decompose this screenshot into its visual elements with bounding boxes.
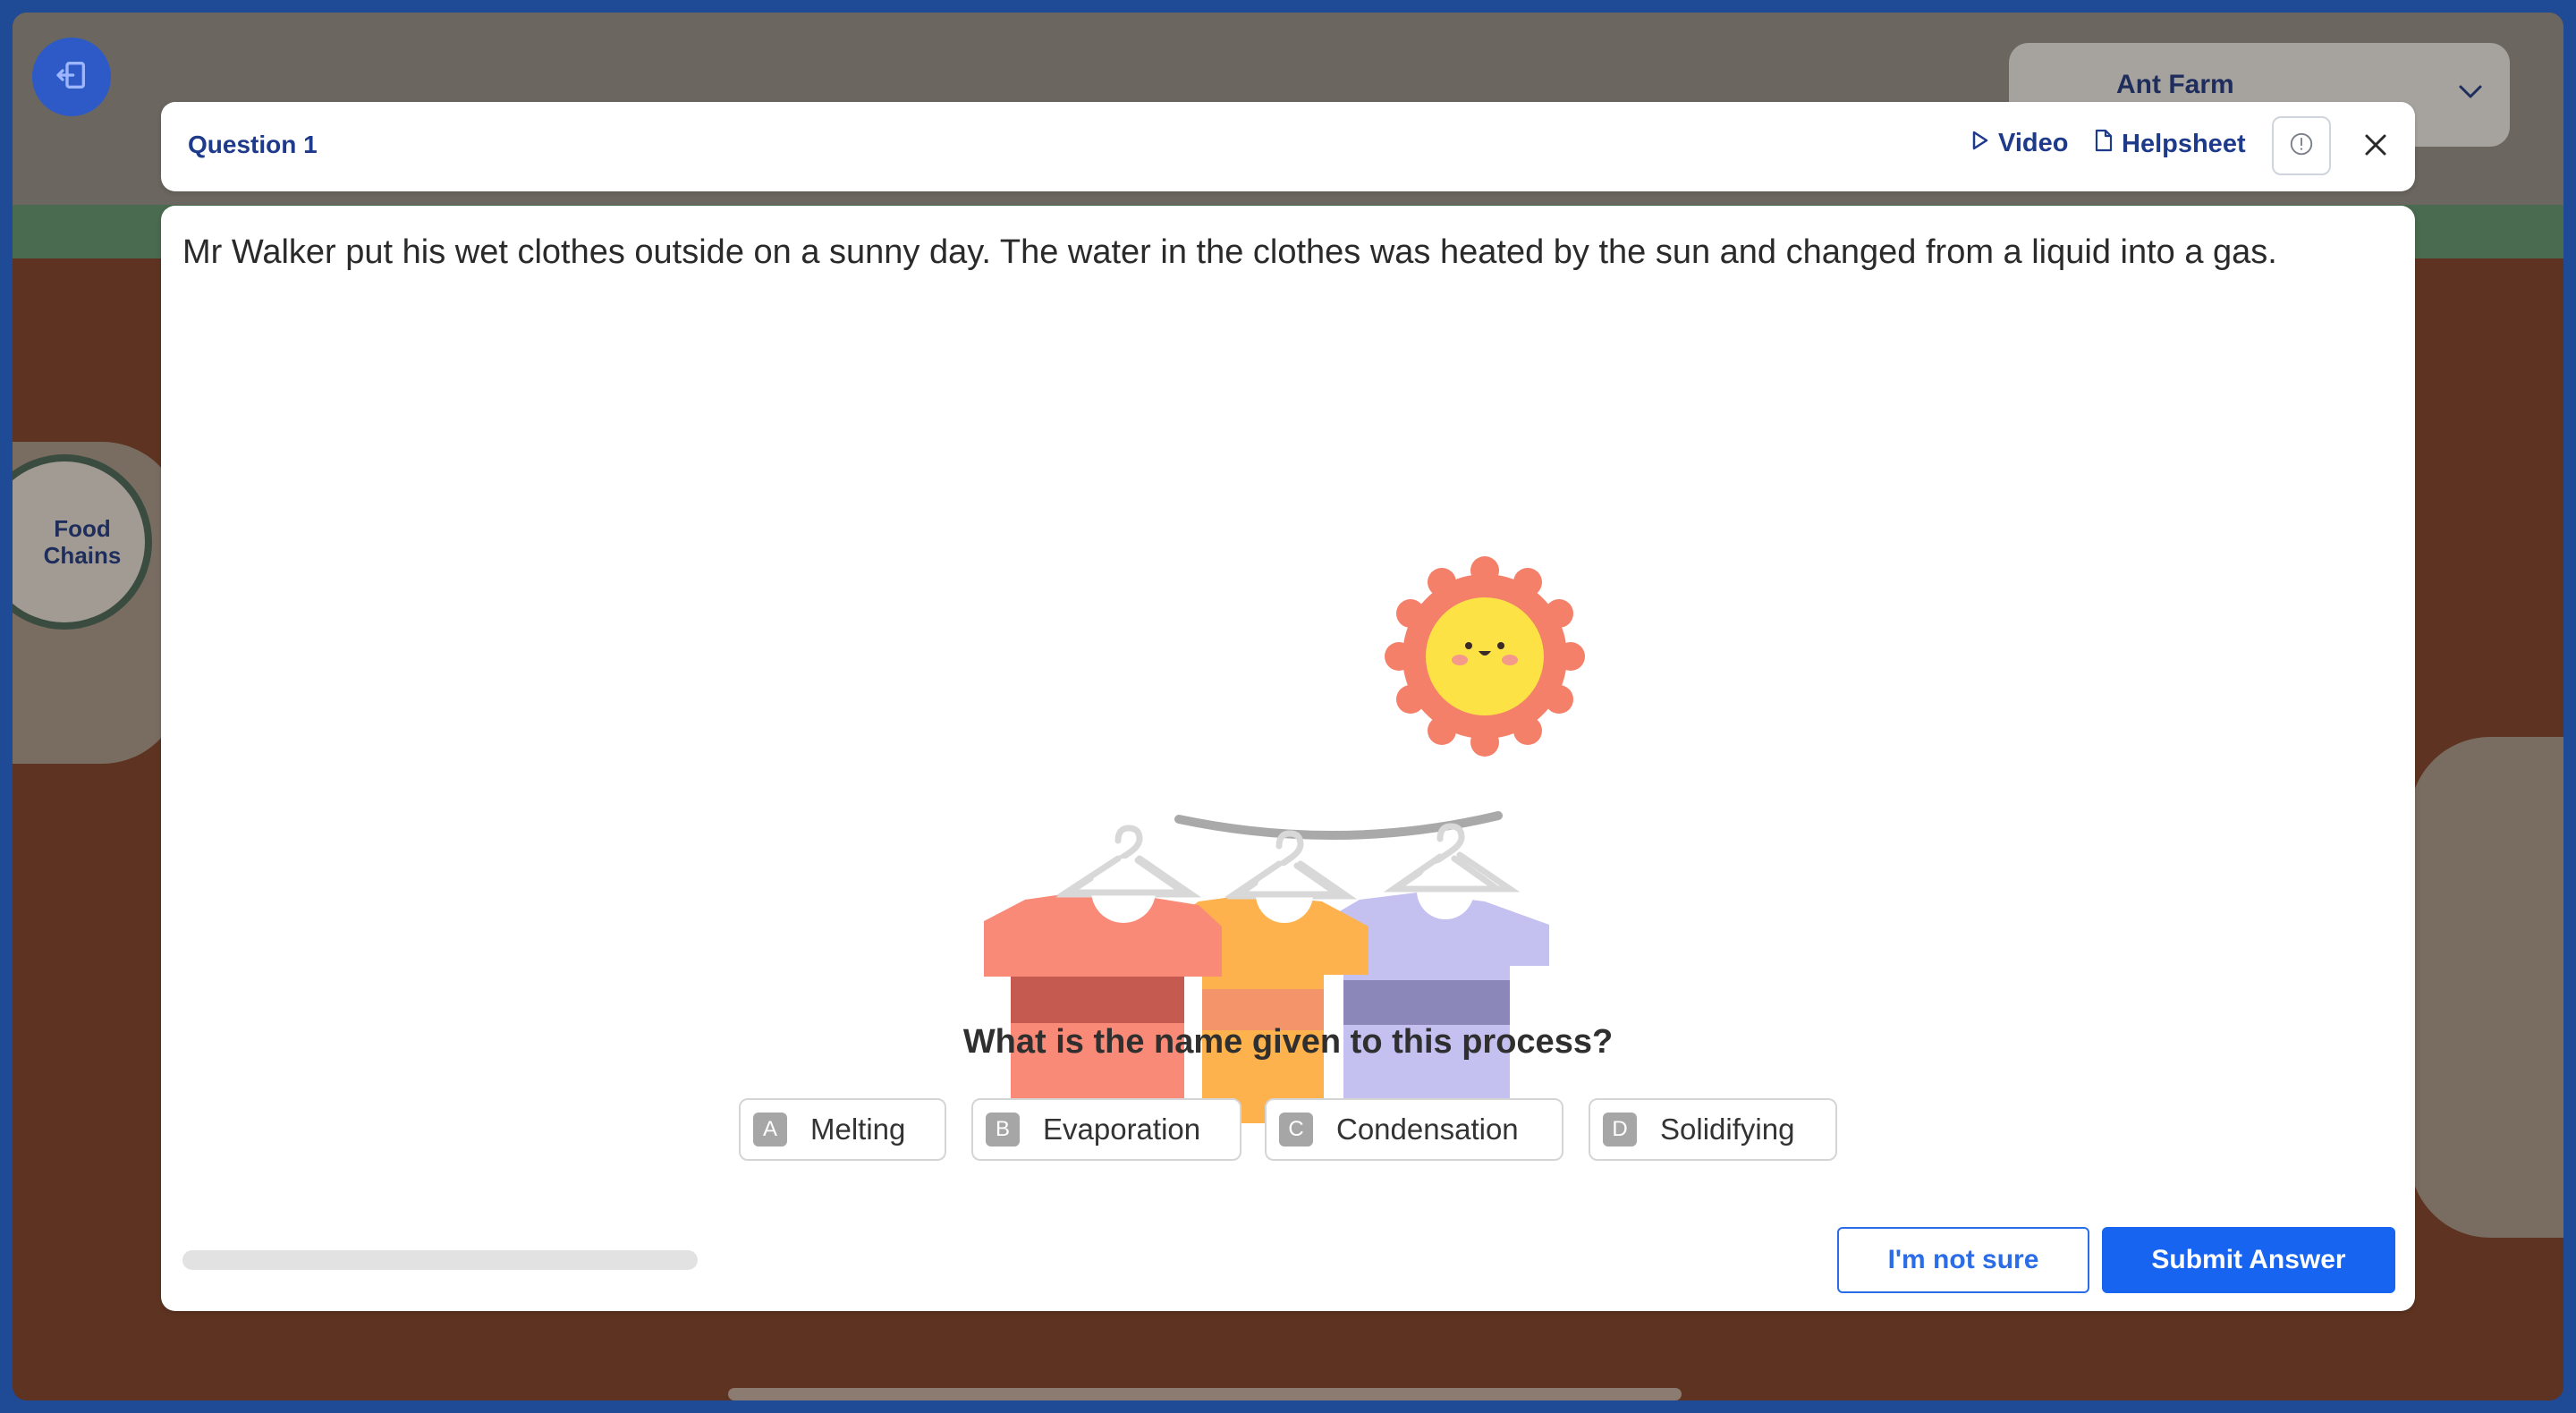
- question-title: Question 1: [188, 131, 318, 158]
- option-letter: D: [1603, 1113, 1637, 1146]
- question-stem: Mr Walker put his wet clothes outside on…: [182, 233, 2277, 271]
- option-d[interactable]: D Solidifying: [1589, 1098, 1837, 1161]
- sun-illustration: [1385, 556, 1585, 757]
- not-sure-button[interactable]: I'm not sure: [1837, 1227, 2089, 1293]
- submit-answer-button[interactable]: Submit Answer: [2102, 1227, 2395, 1293]
- exit-button[interactable]: [32, 38, 111, 116]
- option-c[interactable]: C Condensation: [1265, 1098, 1563, 1161]
- question-header: Question 1 Video Helpsheet: [161, 102, 2415, 191]
- info-icon: [2288, 131, 2315, 162]
- topic-name: Ant Farm: [2116, 70, 2234, 99]
- question-prompt: What is the name given to this process?: [962, 1023, 1614, 1061]
- option-label: Solidifying: [1660, 1113, 1795, 1146]
- close-icon: [2362, 131, 2389, 163]
- option-letter: C: [1279, 1113, 1313, 1146]
- helpsheet-link[interactable]: Helpsheet: [2095, 129, 2246, 159]
- video-link[interactable]: Video: [1971, 129, 2068, 158]
- horizontal-scrollbar[interactable]: [728, 1388, 1682, 1400]
- exit-icon: [54, 57, 89, 97]
- progress-bar: [182, 1250, 698, 1270]
- question-panel: Mr Walker put his wet clothes outside on…: [161, 206, 2415, 1311]
- document-icon: [2095, 129, 2113, 159]
- option-a[interactable]: A Melting: [739, 1098, 946, 1161]
- option-letter: B: [986, 1113, 1020, 1146]
- helpsheet-label: Helpsheet: [2122, 129, 2246, 158]
- close-button[interactable]: [2354, 125, 2397, 168]
- option-label: Evaporation: [1043, 1113, 1201, 1146]
- option-letter: A: [753, 1113, 787, 1146]
- option-b[interactable]: B Evaporation: [971, 1098, 1241, 1161]
- info-button[interactable]: [2272, 116, 2331, 175]
- chevron-down-icon: [2458, 84, 2483, 105]
- shirt-red: [984, 891, 1222, 1118]
- option-label: Condensation: [1336, 1113, 1519, 1146]
- video-label: Video: [1998, 129, 2069, 157]
- map-node-label: Food Chains: [43, 515, 122, 569]
- play-icon: [1971, 129, 1989, 158]
- option-label: Melting: [810, 1113, 906, 1146]
